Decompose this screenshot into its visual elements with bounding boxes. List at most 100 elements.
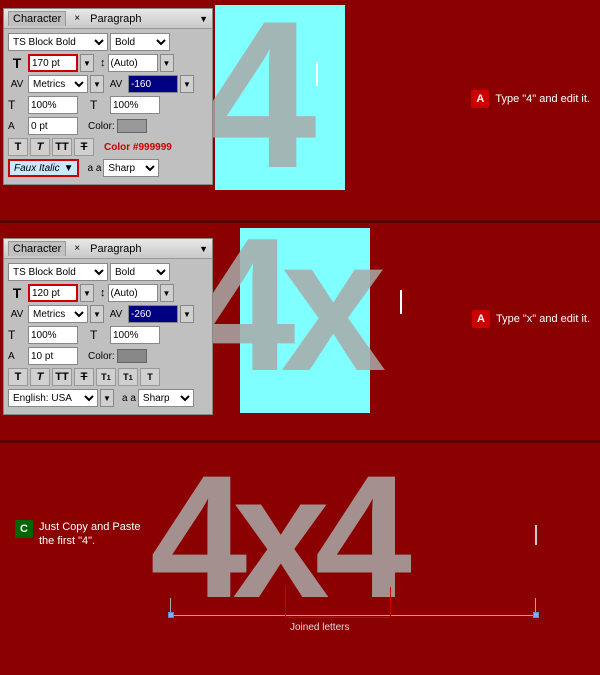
t-buttons-row-2: T T TT T T1 T1 T — [8, 368, 208, 386]
callout-c-text: Just Copy and Pastethe first "4". — [39, 520, 141, 549]
color-hex-label-1: Color #999999 — [104, 142, 172, 153]
text-cursor-3 — [535, 525, 537, 545]
callout-a2-text: Type "x" and edit it. — [496, 312, 590, 326]
size-leading-row-2: T 120 pt ▼ ↕ (Auto) ▼ — [8, 284, 208, 302]
font-style-select-1[interactable]: Bold — [110, 33, 170, 51]
leading-arrow-1[interactable]: ▼ — [160, 54, 174, 72]
font-name-select-2[interactable]: TS Block Bold — [8, 263, 108, 281]
badge-a1: A — [471, 90, 489, 108]
t-bold-btn-1[interactable]: TT — [52, 138, 72, 156]
callout-a2: A Type "x" and edit it. — [472, 310, 590, 328]
kerning-input-2[interactable]: -260 — [128, 305, 178, 323]
language-arrow-2[interactable]: ▼ — [100, 389, 114, 407]
kerning-arrow-2[interactable]: ▼ — [180, 305, 194, 323]
baseline-icon-2: A — [8, 351, 26, 362]
font-size-icon-2: T — [8, 284, 26, 302]
tab-character-1[interactable]: Character — [8, 11, 66, 26]
tab-character-2[interactable]: Character — [8, 241, 66, 256]
font-name-select-1[interactable]: TS Block Bold — [8, 33, 108, 51]
badge-a2: A — [472, 310, 490, 328]
scale-v-input-1[interactable]: 100% — [110, 96, 160, 114]
t-italic-btn-2[interactable]: T — [30, 368, 50, 386]
kerning-icon-2: AV — [106, 309, 126, 320]
t-normal-btn-1[interactable]: T — [8, 138, 28, 156]
scale-v-icon-2: T — [90, 328, 108, 342]
sharp-select-1[interactable]: Sharp — [103, 159, 159, 177]
sharp-select-2[interactable]: Sharp — [138, 389, 194, 407]
t-italic-btn-1[interactable]: T — [30, 138, 50, 156]
font-size-input-2[interactable]: 120 pt — [28, 284, 78, 302]
language-select-2[interactable]: English: USA — [8, 389, 98, 407]
tracking-select-1[interactable]: Metrics — [28, 75, 88, 93]
t-strikethrough-btn-2[interactable]: T — [74, 368, 94, 386]
leading-input-2[interactable]: (Auto) — [108, 284, 158, 302]
leading-arrow-2[interactable]: ▼ — [160, 284, 174, 302]
kerning-icon-1: AV — [106, 79, 126, 90]
panel-2-body: TS Block Bold Bold T 120 pt ▼ ↕ (Auto) ▼… — [4, 259, 212, 414]
joined-letters-label: Joined letters — [290, 622, 349, 633]
faux-sharp-row-1: Faux Italic ▼ a a Sharp — [8, 159, 208, 177]
tracking-arrow-2[interactable]: ▼ — [90, 305, 104, 323]
red-connector — [285, 617, 390, 618]
callout-c: C Just Copy and Pastethe first "4". — [15, 520, 141, 549]
color-swatch-2[interactable] — [117, 349, 147, 363]
color-swatch-1[interactable] — [117, 119, 147, 133]
scale-h-input-2[interactable]: 100% — [28, 326, 78, 344]
baseline-input-2[interactable]: 10 pt — [28, 347, 78, 365]
character-panel-1: Character × Paragraph ▼ TS Block Bold Bo… — [3, 8, 213, 185]
letter-4-top: 4 — [200, 0, 307, 200]
font-family-row-2: TS Block Bold Bold — [8, 263, 208, 281]
callout-a1-text: Type "4" and edit it. — [495, 92, 590, 106]
tracking-select-2[interactable]: Metrics — [28, 305, 88, 323]
panel-1-close[interactable]: × — [74, 13, 80, 24]
leading-icon-2: ↕ — [100, 287, 106, 299]
tab-paragraph-2[interactable]: Paragraph — [86, 242, 145, 256]
leading-input-1[interactable]: (Auto) — [108, 54, 158, 72]
font-size-arrow-1[interactable]: ▼ — [80, 54, 94, 72]
color-label-2: Color: — [88, 351, 115, 362]
font-size-icon-1: T — [8, 54, 26, 72]
font-size-arrow-2[interactable]: ▼ — [80, 284, 94, 302]
baseline-icon-1: A — [8, 121, 26, 132]
tracking-icon-2: AV — [8, 309, 26, 320]
letter-4x4-bottom: 4x4 — [150, 450, 397, 625]
scale-h-icon-2: T — [8, 328, 26, 342]
kerning-arrow-1[interactable]: ▼ — [180, 75, 194, 93]
handle-left — [168, 612, 174, 618]
scale-v-input-2[interactable]: 100% — [110, 326, 160, 344]
panel-2-close[interactable]: × — [74, 243, 80, 254]
color-label-1: Color: — [88, 121, 115, 132]
scale-row-1: T 100% T 100% — [8, 96, 208, 114]
t-normal-btn-2[interactable]: T — [8, 368, 28, 386]
scale-v-icon-1: T — [90, 98, 108, 112]
panel-1-collapse[interactable]: ▼ — [199, 14, 208, 24]
aa-label-2: a a — [122, 393, 136, 404]
t-bold-btn-2[interactable]: TT — [52, 368, 72, 386]
t-strikethrough-btn-1[interactable]: T — [74, 138, 94, 156]
panel-1-titlebar: Character × Paragraph ▼ — [4, 9, 212, 29]
font-style-select-2[interactable]: Bold — [110, 263, 170, 281]
panel-1-body: TS Block Bold Bold T 170 pt ▼ ↕ (Auto) ▼… — [4, 29, 212, 184]
annotation-baseline-line — [170, 615, 535, 616]
panel-2-collapse[interactable]: ▼ — [199, 244, 208, 254]
t-allcaps-btn-2[interactable]: T — [140, 368, 160, 386]
faux-italic-select-1[interactable]: Faux Italic ▼ — [8, 159, 79, 177]
tracking-kerning-row-1: AV Metrics ▼ AV -160 ▼ — [8, 75, 208, 93]
tracking-icon-1: AV — [8, 79, 26, 90]
baseline-input-1[interactable]: 0 pt — [28, 117, 78, 135]
leading-icon-1: ↕ — [100, 57, 106, 69]
letter-4x-mid: 4x — [190, 210, 371, 400]
scale-h-input-1[interactable]: 100% — [28, 96, 78, 114]
t-super-btn-2[interactable]: T1 — [118, 368, 138, 386]
language-sharp-row-2: English: USA ▼ a a Sharp — [8, 389, 208, 407]
scale-row-2: T 100% T 100% — [8, 326, 208, 344]
tab-paragraph-1[interactable]: Paragraph — [86, 12, 145, 26]
baseline-color-row-2: A 10 pt Color: — [8, 347, 208, 365]
font-size-input-1[interactable]: 170 pt — [28, 54, 78, 72]
tracking-arrow-1[interactable]: ▼ — [90, 75, 104, 93]
t-sub-btn-2[interactable]: T1 — [96, 368, 116, 386]
kerning-input-1[interactable]: -160 — [128, 75, 178, 93]
font-family-row-1: TS Block Bold Bold — [8, 33, 208, 51]
text-cursor-1 — [316, 62, 318, 86]
character-panel-2: Character × Paragraph ▼ TS Block Bold Bo… — [3, 238, 213, 415]
